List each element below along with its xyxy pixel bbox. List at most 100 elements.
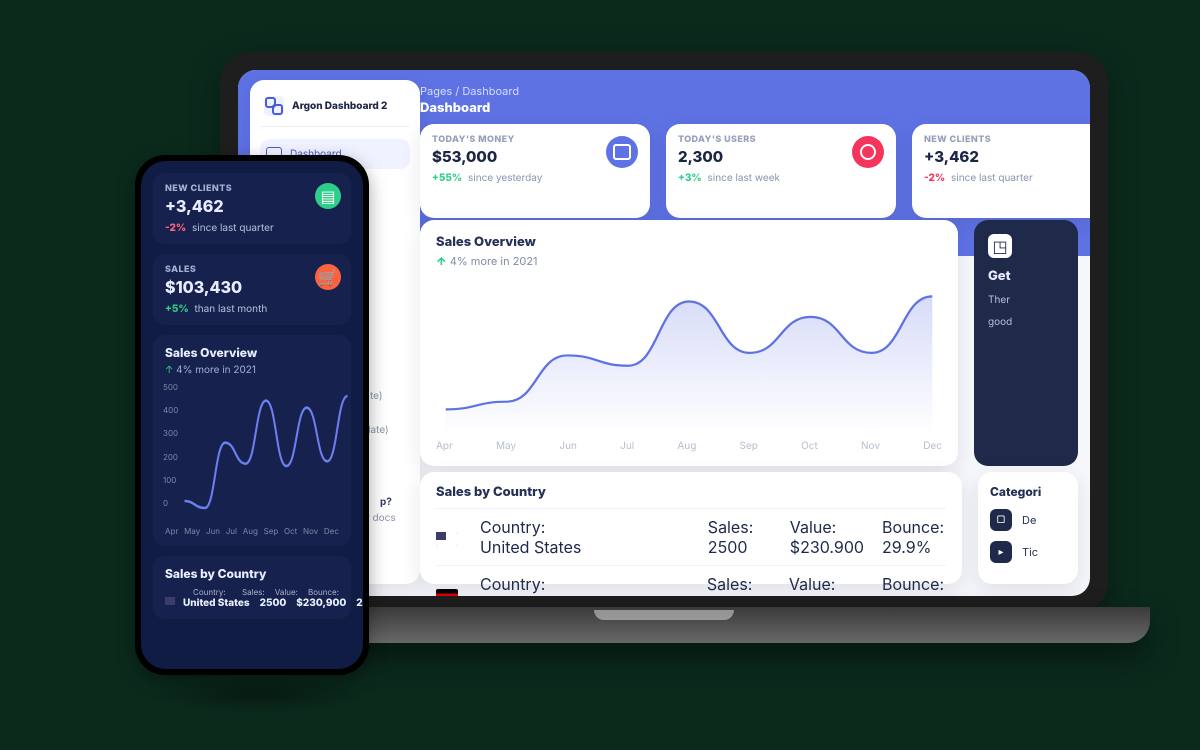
phone-shadow <box>155 676 365 714</box>
kpi-value: +3,462 <box>924 147 1090 166</box>
val-bounce: 29.9% <box>356 597 363 609</box>
kpi-card-sales-mobile[interactable]: SALES $103,430 +5% than last month 🛒 <box>153 254 351 325</box>
val-country: United States <box>183 597 250 609</box>
table-row[interactable]: Country: Germany Sales: 3.900 Value: $44… <box>436 565 946 596</box>
kpi-sub: +5% than last month <box>165 303 339 315</box>
category-item[interactable]: ▢ De <box>990 509 1066 531</box>
content-row: Sales Overview ↑ 4% more in 2021 <box>420 220 1078 466</box>
col-sales: Sales: <box>708 517 772 537</box>
user-icon <box>860 144 876 160</box>
kpi-delta: -2% <box>165 222 186 234</box>
info-card[interactable]: ◳ Get Ther good <box>974 220 1078 466</box>
info-line: Ther <box>988 294 1064 306</box>
col-country: Country: <box>480 574 689 594</box>
kpi-delta: -2% <box>924 172 945 184</box>
kpi-delta: +55% <box>432 172 462 184</box>
chart-subtitle: ↑ 4% more in 2021 <box>436 254 942 268</box>
kpi-card-clients-mobile[interactable]: NEW CLIENTS +3,462 -2% since last quarte… <box>153 173 351 244</box>
kpi-since: since last quarter <box>951 172 1033 184</box>
kpi-since: since yesterday <box>468 172 542 184</box>
chart-sub-year: 2021 <box>513 254 538 268</box>
kpi-since: since last quarter <box>192 222 274 234</box>
kpi-row: TODAY'S MONEY $53,000 +55% since yesterd… <box>420 124 1078 218</box>
y-axis: 5004003002001000 <box>163 382 178 508</box>
flag-us-icon <box>436 532 458 546</box>
val-sales: 2500 <box>708 537 772 557</box>
arrow-up-icon: ↑ <box>436 254 447 268</box>
phone-frame: NEW CLIENTS +3,462 -2% since last quarte… <box>135 155 369 675</box>
brand-title: Argon Dashboard 2 <box>292 100 387 112</box>
lower-row: Sales by Country Country: United States … <box>420 472 1078 584</box>
categories-card[interactable]: Categori ▢ De ▸ Tic <box>978 472 1078 584</box>
info-icon: ◳ <box>988 234 1012 258</box>
category-item[interactable]: ▸ Tic <box>990 541 1066 563</box>
kpi-badge <box>606 136 638 168</box>
info-line: good <box>988 316 1064 328</box>
chart-sub-year: 2021 <box>233 364 256 376</box>
col-value: Value: <box>789 574 864 594</box>
kpi-since: since last week <box>708 172 781 184</box>
category-label: Tic <box>1022 545 1038 559</box>
kpi-sub: +55% since yesterday <box>432 172 638 184</box>
sales-by-country-card[interactable]: Sales by Country Country: United States … <box>420 472 962 584</box>
kpi-sub: +3% since last week <box>678 172 884 184</box>
kpi-value: $103,430 <box>165 277 339 297</box>
chart-area: 5004003002001000 <box>165 382 339 522</box>
sales-by-country-card-mobile[interactable]: Sales by Country Country: Sales: Value: … <box>153 556 351 619</box>
document-icon: ▤ <box>320 186 335 206</box>
col-value: Value: <box>275 587 298 597</box>
table-row[interactable]: Country: United States Sales: 2500 Value… <box>436 508 946 565</box>
partial-text: te) <box>370 390 383 402</box>
kpi-badge <box>852 136 884 168</box>
breadcrumb: Pages / Dashboard Dashboard <box>420 84 519 116</box>
kpi-delta: +5% <box>165 303 189 315</box>
col-bounce: Bounce: <box>882 517 946 537</box>
chart-title: Sales Overview <box>436 234 942 250</box>
device-icon: ▢ <box>990 509 1012 531</box>
brand-logo-icon <box>264 96 284 116</box>
kpi-card-users[interactable]: TODAY'S USERS 2,300 +3% since last week <box>666 124 896 218</box>
val-sales: 3.900 <box>707 594 771 596</box>
category-label: De <box>1022 513 1036 527</box>
table-title: Sales by Country <box>436 484 946 500</box>
categories-title: Categori <box>990 484 1066 499</box>
kpi-delta: +3% <box>678 172 702 184</box>
sales-overview-card-mobile[interactable]: Sales Overview ↑ 4% more in 2021 5004003… <box>153 335 351 546</box>
laptop-notch <box>594 610 734 620</box>
val-sales: 2500 <box>260 597 287 609</box>
sales-chart <box>436 278 942 434</box>
col-country: Country: <box>480 517 690 537</box>
kpi-since: than last month <box>194 303 267 315</box>
phone-screen: NEW CLIENTS +3,462 -2% since last quarte… <box>141 161 363 669</box>
kpi-value: +3,462 <box>165 196 339 216</box>
table-head: Country: Sales: Value: Bounce: <box>165 587 339 597</box>
partial-text: p? <box>380 496 392 508</box>
x-axis: AprMayJunJulAugSepOctNovDec <box>165 526 339 536</box>
kpi-card-clients[interactable]: NEW CLIENTS +3,462 -2% since last quarte… <box>912 124 1090 218</box>
coins-icon <box>613 144 631 160</box>
val-bounce: 40.22% <box>882 594 946 596</box>
kpi-badge: 🛒 <box>315 264 341 290</box>
val-bounce: 29.9% <box>882 537 946 557</box>
ticket-icon: ▸ <box>990 541 1012 563</box>
chart-sub-prefix: 4% more in <box>176 364 230 376</box>
breadcrumb-path: Pages / Dashboard <box>420 84 519 98</box>
kpi-card-money[interactable]: TODAY'S MONEY $53,000 +55% since yesterd… <box>420 124 650 218</box>
brand[interactable]: Argon Dashboard 2 <box>260 90 410 127</box>
kpi-sub: -2% since last quarter <box>165 222 339 234</box>
col-bounce: Bounce: <box>308 587 339 597</box>
kpi-label: SALES <box>165 264 339 275</box>
info-title: Get <box>988 268 1064 284</box>
phone-app: NEW CLIENTS +3,462 -2% since last quarte… <box>141 161 363 669</box>
col-bounce: Bounce: <box>882 574 946 594</box>
kpi-sub: -2% since last quarter <box>924 172 1090 184</box>
val-country: United States <box>480 537 690 557</box>
kpi-label: NEW CLIENTS <box>924 134 1090 145</box>
sales-overview-card[interactable]: Sales Overview ↑ 4% more in 2021 <box>420 220 958 466</box>
table-row[interactable]: United States 2500 $230,900 29.9% <box>165 597 339 609</box>
chart-sub: ↑ 4% more in 2021 <box>165 364 339 376</box>
col-sales: Sales: <box>707 574 771 594</box>
arrow-up-icon: ↑ <box>165 364 173 376</box>
chart-sub-prefix: 4% more in <box>450 254 510 268</box>
table-title: Sales by Country <box>165 566 339 581</box>
